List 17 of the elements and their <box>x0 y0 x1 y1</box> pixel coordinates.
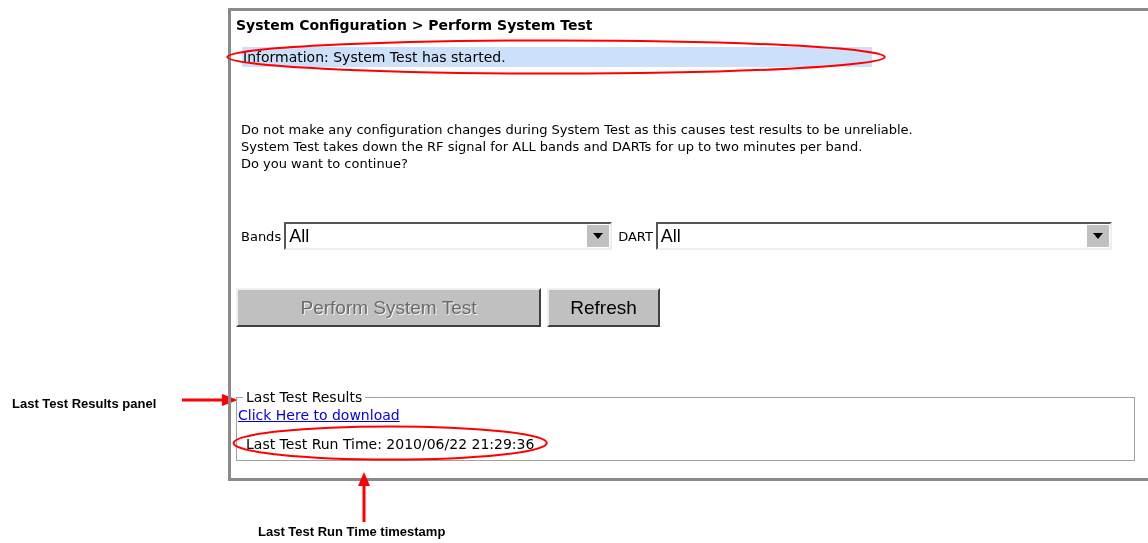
download-link[interactable]: Click Here to download <box>238 406 400 424</box>
action-button[interactable]: Refresh <box>547 288 660 327</box>
dropdown-field[interactable]: All <box>655 222 1112 250</box>
callout-label: Last Test Run Time timestamp <box>258 524 446 539</box>
callout-label: Last Test Results panel <box>12 396 157 411</box>
dropdown-field[interactable]: All <box>284 222 613 250</box>
info-message: Information: System Test has started. <box>242 47 872 67</box>
warning-text: System Test takes down the RF signal for ALL bands and DARTs for up to two minutes per band. <box>241 138 864 155</box>
warning-text: Do you want to continue? <box>241 155 409 172</box>
callout-arrow <box>356 472 371 522</box>
last-run-time: Last Test Run Time: 2010/06/22 21:29:36 <box>246 436 535 452</box>
select-label: Bands <box>241 228 282 244</box>
select-label: DART <box>618 228 653 244</box>
warning-text: Do not make any configuration changes during System Test as this causes test results to be unreliable. <box>241 121 914 138</box>
fieldset-legend: Last Test Results <box>243 389 366 405</box>
callout-arrow <box>182 393 238 407</box>
breadcrumb-title: System Configuration > Perform System Test <box>236 16 594 35</box>
